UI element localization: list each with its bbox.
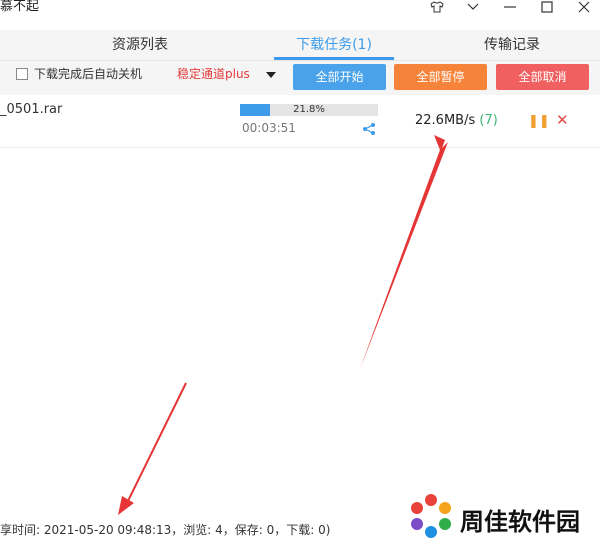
watermark-logo: 周佳软件园 [405,492,595,540]
cancel-all-button[interactable]: 全部取消 [496,64,589,90]
annotation-arrow-footer [125,382,187,506]
maximize-icon[interactable] [535,0,559,14]
auto-shutdown-label[interactable]: 下载完成后自动关机 [34,66,142,82]
active-tab-indicator [274,57,394,60]
skin-icon[interactable] [425,0,449,14]
task-filename: _0501.rar [0,102,63,117]
task-elapsed-time: 00:03:51 [242,121,296,135]
annotation-arrow-footer-head [118,496,134,515]
watermark-text: 周佳软件园 [460,508,580,536]
task-row[interactable] [0,95,600,148]
progress-percent: 21.8% [293,104,325,115]
minimize-icon[interactable] [498,0,522,14]
title-bar: 慕不起 [0,0,600,30]
annotation-arrow-speed-head [360,142,448,369]
task-progress-bar: 21.8% [240,104,378,116]
task-speed: 22.6MB/s (7) [415,113,498,128]
cancel-icon[interactable]: ✕ [556,111,569,129]
share-icon[interactable] [362,121,376,135]
chevron-down-icon[interactable] [461,0,485,14]
close-icon[interactable] [572,0,596,14]
tab-resource-list[interactable]: 资源列表 [80,30,200,60]
tab-download-tasks[interactable]: 下载任务(1) [274,30,394,60]
tab-transfer-history[interactable]: 传输记录 [452,30,572,60]
start-all-button[interactable]: 全部开始 [293,64,386,90]
pause-all-button[interactable]: 全部暂停 [394,64,487,90]
annotation-arrow-speed [360,135,445,369]
pinwheel-logo-icon [411,494,451,538]
speed-value: 22.6MB/s [415,113,476,128]
share-info-footer: 享时间: 2021-05-20 09:48:13，浏览: 4，保存: 0，下载:… [0,523,331,537]
auto-shutdown-checkbox[interactable] [16,68,28,80]
channel-select[interactable]: 稳定通道plus [177,66,250,82]
pause-icon[interactable]: ❚❚ [528,114,550,129]
connection-count: (7) [479,113,498,128]
window-title: 慕不起 [0,0,40,14]
chevron-down-icon[interactable] [266,72,276,78]
